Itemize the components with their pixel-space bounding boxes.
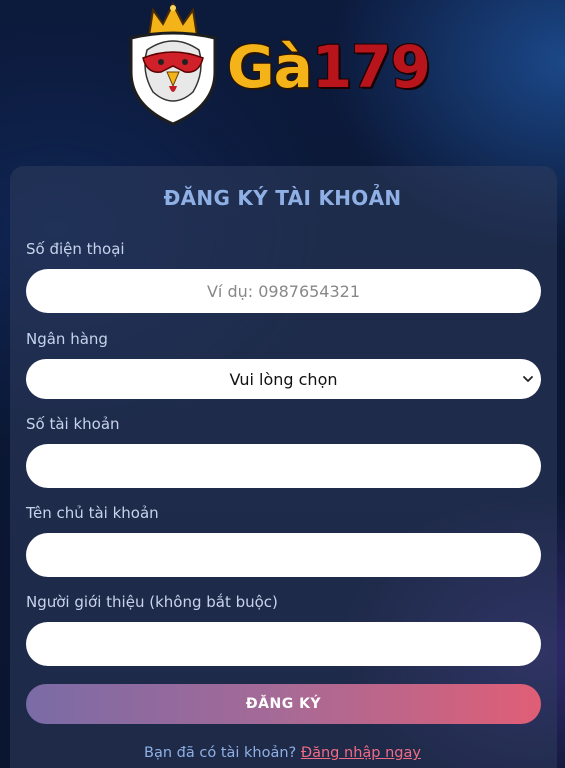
login-prompt-text: Bạn đã có tài khoản?	[144, 745, 297, 761]
phone-label: Số điện thoại	[26, 240, 125, 258]
account-number-label: Số tài khoản	[26, 415, 120, 433]
referrer-label: Người giới thiệu (không bắt buộc)	[26, 593, 278, 611]
phone-input[interactable]	[26, 269, 541, 313]
login-prompt: Bạn đã có tài khoản? Đăng nhập ngay	[0, 745, 565, 761]
rooster-mascot-icon	[129, 2, 217, 126]
register-button[interactable]: ĐĂNG KÝ	[26, 684, 541, 724]
account-holder-input[interactable]	[26, 533, 541, 577]
form-title: ĐĂNG KÝ TÀI KHOẢN	[163, 186, 402, 210]
account-holder-label: Tên chủ tài khoản	[26, 504, 159, 522]
bank-select[interactable]: Vui lòng chọn	[26, 359, 541, 399]
brand-wordmark: Gà179	[227, 32, 431, 102]
bank-select-value: Vui lòng chọn	[229, 369, 338, 389]
brand-logo: Gà179	[123, 2, 453, 126]
bank-label: Ngân hàng	[26, 330, 108, 348]
login-link[interactable]: Đăng nhập ngay	[301, 745, 421, 761]
account-number-input[interactable]	[26, 444, 541, 488]
brand-name-part1: Gà	[227, 33, 313, 101]
brand-name-part2: 179	[311, 33, 431, 101]
chevron-down-icon	[523, 376, 533, 382]
referrer-input[interactable]	[26, 622, 541, 666]
